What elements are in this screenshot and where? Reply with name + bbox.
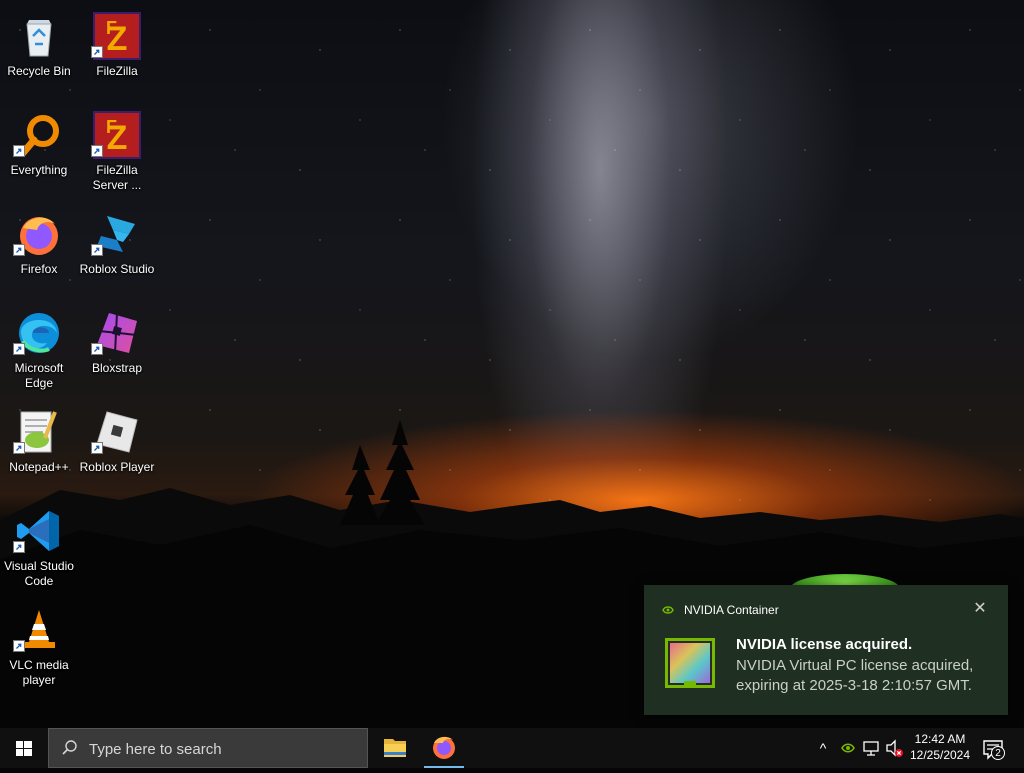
tray-nvidia[interactable] (837, 728, 859, 768)
nvidia-small-icon (662, 606, 674, 614)
shortcut-arrow-icon (91, 145, 103, 157)
toast-close-icon[interactable]: ✕ (970, 599, 990, 619)
shortcut-arrow-icon (91, 46, 103, 58)
desktop-icon-filezilla[interactable]: Z F FileZilla (78, 6, 156, 100)
desktop-icon-vscode[interactable]: Visual Studio Code (0, 501, 78, 595)
desktop-icon-label: Visual Studio Code (4, 559, 74, 588)
shortcut-arrow-icon (13, 541, 25, 553)
svg-text:F: F (106, 18, 117, 38)
desktop-icon-label: VLC media player (9, 658, 69, 687)
desktop-icon-label: Microsoft Edge (14, 361, 64, 390)
search-icon (62, 740, 77, 755)
desktop-icon-filezilla-server[interactable]: Z F FileZilla Server ... (78, 105, 156, 199)
desktop-icon-label: Firefox (20, 262, 58, 276)
desktop-icon-roblox-studio[interactable]: Roblox Studio (78, 204, 156, 298)
tray-network[interactable] (860, 728, 882, 768)
shortcut-arrow-icon (91, 442, 103, 454)
taskbar-file-explorer[interactable] (371, 728, 419, 768)
toast-body: NVIDIA Virtual PC license acquired, expi… (736, 657, 974, 694)
nvidia-toast-notification[interactable]: NVIDIA Container ✕ NVIDIA license acquir… (644, 585, 1008, 715)
desktop-icon-label: Everything (10, 163, 68, 177)
gpu-chip-icon (665, 638, 715, 688)
network-icon (863, 741, 879, 756)
desktop-icon-firefox[interactable]: Firefox (0, 204, 78, 298)
taskbar-search-box[interactable]: Type here to search (48, 728, 368, 768)
desktop-icon-microsoft-edge[interactable]: Microsoft Edge (0, 303, 78, 397)
volume-muted-icon (886, 739, 903, 757)
nvidia-tray-icon (841, 743, 855, 753)
desktop-icon-vlc[interactable]: VLC media player (0, 600, 78, 694)
windows-logo-icon (16, 741, 32, 756)
recycle-bin-icon (26, 20, 52, 57)
clock-date: 12/25/2024 (909, 748, 971, 762)
start-button[interactable] (0, 728, 48, 768)
shortcut-arrow-icon (13, 442, 25, 454)
desktop-icon-recycle-bin[interactable]: Recycle Bin (0, 6, 78, 100)
desktop-icon-label: Roblox Player (79, 460, 155, 474)
desktop-icon-label: Roblox Studio (79, 262, 155, 276)
desktop-icon-label: Notepad++ (9, 460, 69, 474)
file-explorer-icon (384, 739, 406, 757)
action-center-button[interactable]: 2 (976, 728, 1012, 768)
taskbar-clock[interactable]: 12:42 AM 12/25/2024 (905, 731, 975, 763)
tray-volume[interactable] (883, 728, 905, 768)
svg-text:F: F (106, 117, 117, 137)
shortcut-arrow-icon (13, 343, 25, 355)
firefox-icon (433, 736, 455, 759)
desktop-icon-label: FileZilla (96, 64, 138, 78)
desktop-icon-label: FileZilla Server ... (92, 163, 142, 192)
desktop-icon-notepad-plus-plus[interactable]: Notepad++ (0, 402, 78, 496)
shortcut-arrow-icon (91, 244, 103, 256)
desktop-icon-label: Recycle Bin (7, 64, 71, 78)
search-placeholder: Type here to search (89, 741, 222, 758)
desktop-icon-roblox-player[interactable]: Roblox Player (78, 402, 156, 496)
shortcut-arrow-icon (13, 244, 25, 256)
shortcut-arrow-icon (13, 640, 25, 652)
notification-count-badge: 2 (991, 746, 1005, 760)
desktop-icon-everything[interactable]: Everything (0, 105, 78, 199)
shortcut-arrow-icon (91, 343, 103, 355)
toast-app-name: NVIDIA Container (684, 603, 779, 617)
taskbar: Type here to search ^ 12:42 AM 12/25/202… (0, 728, 1024, 768)
taskbar-firefox[interactable] (420, 728, 468, 768)
show-hidden-icons-chevron[interactable]: ^ (812, 728, 834, 768)
desktop-icon-label: Bloxstrap (91, 361, 143, 375)
toast-title: NVIDIA license acquired. (736, 636, 913, 653)
clock-time: 12:42 AM (914, 732, 966, 746)
desktop-icon-bloxstrap[interactable]: Bloxstrap (78, 303, 156, 397)
shortcut-arrow-icon (13, 145, 25, 157)
